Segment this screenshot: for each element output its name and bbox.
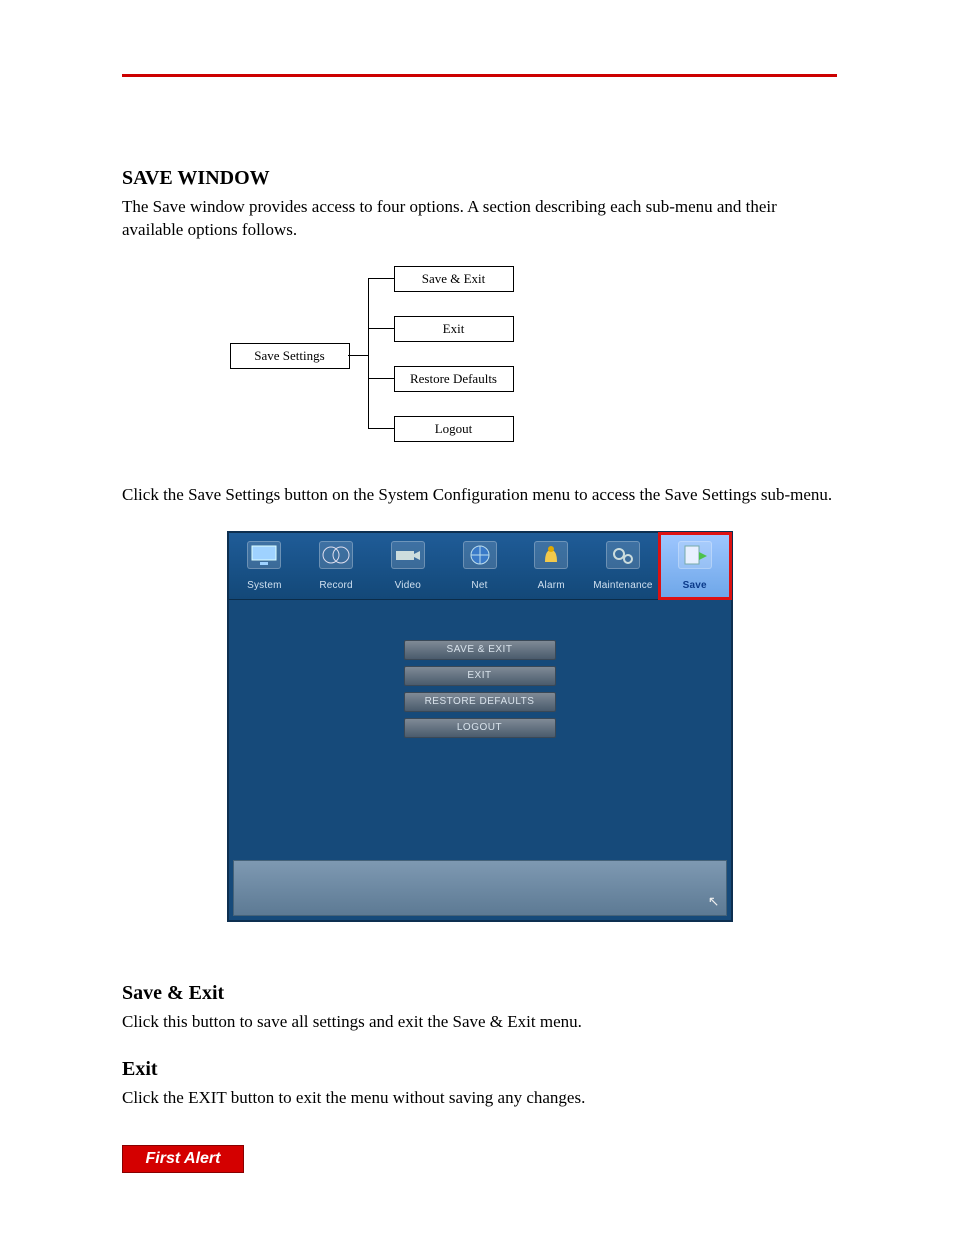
tree-leaf-logout: Logout (394, 416, 514, 442)
globe-icon (463, 541, 497, 569)
save-exit-button[interactable]: SAVE & EXIT (404, 640, 556, 660)
tree-connector (368, 428, 394, 429)
tab-net[interactable]: Net (444, 533, 516, 599)
tree-leaf-exit: Exit (394, 316, 514, 342)
save-settings-tree: Save Settings Save & Exit Exit Restore D… (230, 266, 730, 456)
tree-connector (348, 355, 368, 356)
save-arrow-icon (678, 541, 712, 569)
tab-label: Video (395, 580, 421, 591)
dvr-tabbar: System Record Video Net Alarm Maintenanc… (229, 533, 731, 600)
tab-alarm[interactable]: Alarm (515, 533, 587, 599)
tab-label: Maintenance (593, 580, 652, 591)
tree-connector (368, 378, 394, 379)
tab-label: Save (683, 580, 707, 591)
tab-label: Net (471, 580, 487, 591)
tree-connector (368, 328, 394, 329)
tab-save[interactable]: Save (659, 533, 731, 599)
tab-video[interactable]: Video (372, 533, 444, 599)
tree-connector (368, 278, 369, 428)
heading-exit: Exit (122, 1058, 837, 1081)
restore-defaults-button[interactable]: RESTORE DEFAULTS (404, 692, 556, 712)
tree-leaf-save-exit: Save & Exit (394, 266, 514, 292)
dvr-body: SAVE & EXIT EXIT RESTORE DEFAULTS LOGOUT (229, 600, 731, 840)
save-exit-body: Click this button to save all settings a… (122, 1011, 837, 1034)
cursor-icon: ↖ (708, 894, 720, 911)
intro-paragraph: The Save window provides access to four … (122, 196, 837, 242)
tab-label: System (247, 580, 282, 591)
exit-body: Click the EXIT button to exit the menu w… (122, 1087, 837, 1110)
heading-save-window: SAVE WINDOW (122, 167, 837, 190)
exit-button[interactable]: EXIT (404, 666, 556, 686)
tree-connector (368, 278, 394, 279)
tree-leaf-restore-defaults: Restore Defaults (394, 366, 514, 392)
dvr-screenshot: System Record Video Net Alarm Maintenanc… (227, 531, 733, 922)
dvr-status-bar: ↖ (233, 860, 727, 916)
header-rule (122, 74, 837, 77)
brand-logo: First Alert (122, 1145, 244, 1173)
camera-icon (391, 541, 425, 569)
tree-root: Save Settings (230, 343, 350, 369)
tab-label: Record (319, 580, 352, 591)
tab-record[interactable]: Record (300, 533, 372, 599)
film-reel-icon (319, 541, 353, 569)
tab-maintenance[interactable]: Maintenance (587, 533, 659, 599)
heading-save-exit: Save & Exit (122, 982, 837, 1005)
save-settings-instruction: Click the Save Settings button on the Sy… (122, 484, 837, 507)
logout-button[interactable]: LOGOUT (404, 718, 556, 738)
tab-label: Alarm (538, 580, 565, 591)
tab-system[interactable]: System (229, 533, 301, 599)
gears-icon (606, 541, 640, 569)
bell-icon (534, 541, 568, 569)
monitor-icon (247, 541, 281, 569)
